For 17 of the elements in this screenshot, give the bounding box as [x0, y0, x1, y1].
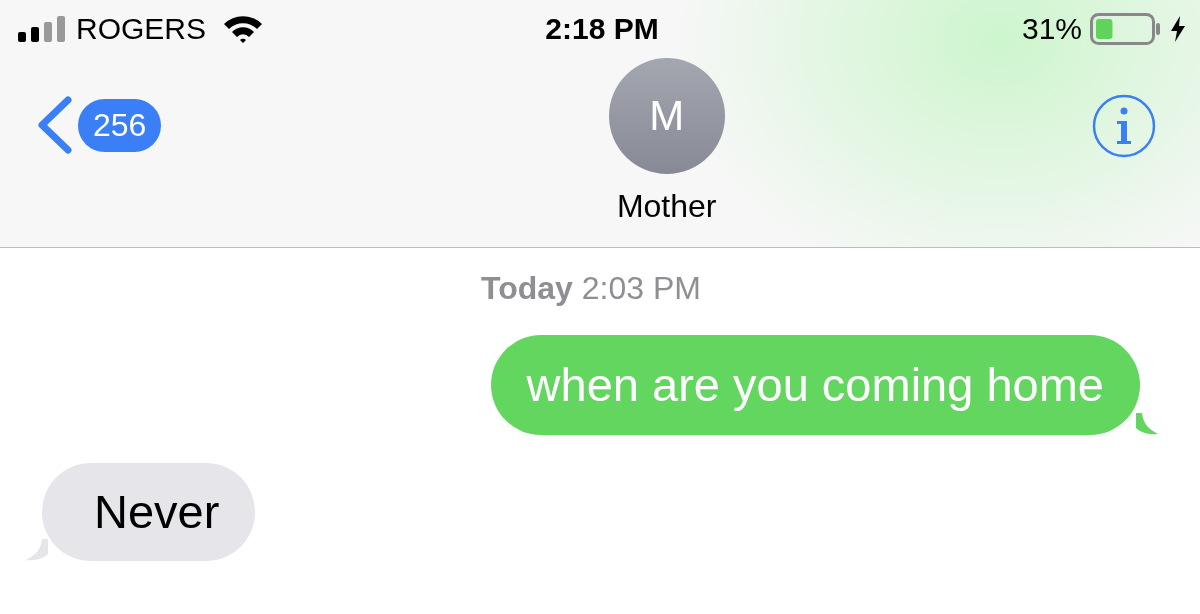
- bubble-tail-icon: [26, 539, 48, 561]
- message-timestamp: Today 2:03 PM: [481, 270, 701, 307]
- carrier-name: ROGERS: [76, 12, 207, 46]
- bubble-tail-icon: [1136, 413, 1158, 435]
- contact-avatar[interactable]: M: [608, 58, 725, 174]
- battery-icon: [1090, 13, 1162, 45]
- back-button[interactable]: 256: [36, 96, 162, 154]
- back-chevron-icon: [36, 96, 72, 154]
- unread-count-badge: 256: [78, 98, 162, 152]
- received-message-bubble: Never: [42, 463, 256, 561]
- info-icon[interactable]: [1092, 94, 1156, 158]
- sent-message-bubble: when are you coming home: [490, 335, 1140, 435]
- wifi-icon: [222, 14, 265, 44]
- contact-name[interactable]: Mother: [616, 188, 717, 225]
- clock-time: 2:18 PM: [545, 12, 659, 46]
- signal-icon: [18, 16, 66, 42]
- battery-percentage: 31%: [1021, 12, 1082, 46]
